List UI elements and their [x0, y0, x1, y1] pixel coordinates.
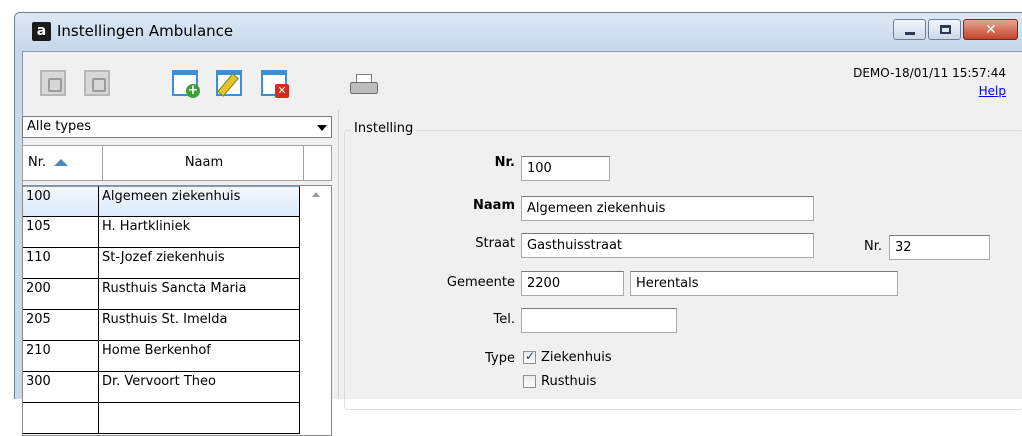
type-label: Type: [485, 351, 515, 366]
table-row[interactable]: 200 Rusthuis Sancta Maria: [23, 279, 331, 310]
row-naam: Home Berkenhof: [99, 341, 300, 372]
close-button[interactable]: ✕: [963, 19, 1018, 40]
huisnummer-field[interactable]: 32: [889, 235, 990, 260]
column-header-nr-label: Nr.: [28, 155, 47, 170]
column-header-naam[interactable]: Naam: [104, 146, 304, 180]
instelling-group: [344, 130, 1022, 410]
row-naam: Dr. Vervoort Theo: [99, 372, 300, 403]
gemeente-label: Gemeente: [446, 275, 515, 290]
ziekenhuis-checkbox[interactable]: ✓: [523, 349, 536, 364]
table-row[interactable]: 205 Rusthuis St. Imelda: [23, 310, 331, 341]
title-bar[interactable]: a Instellingen Ambulance ✕: [15, 13, 1022, 51]
postcode-field[interactable]: 2200: [521, 271, 624, 296]
row-nr: 110: [23, 248, 99, 279]
institution-list: 100 Algemeen ziekenhuis 105 H. Hartklini…: [22, 185, 332, 436]
huisnummer-label: Nr.: [863, 239, 882, 254]
naam-field[interactable]: Algemeen ziekenhuis: [521, 196, 814, 221]
table-row[interactable]: 105 H. Hartkliniek: [23, 217, 331, 248]
straat-field[interactable]: Gasthuisstraat: [521, 233, 814, 258]
row-nr: 300: [23, 372, 99, 403]
gemeente-field[interactable]: Herentals: [630, 271, 898, 296]
app-logo-icon: a: [32, 22, 51, 41]
row-naam: Algemeen ziekenhuis: [99, 186, 300, 217]
help-link[interactable]: Help: [979, 84, 1006, 98]
rusthuis-checkbox-label: Rusthuis: [541, 374, 597, 389]
nr-field[interactable]: 100: [521, 156, 610, 181]
type-filter-select[interactable]: Alle types: [22, 116, 332, 138]
type-filter-value: Alle types: [27, 119, 92, 134]
tel-field[interactable]: [521, 308, 677, 333]
list-header: Nr. Naam: [22, 145, 332, 181]
maximize-icon: [940, 25, 951, 34]
rusthuis-checkbox[interactable]: [523, 375, 536, 388]
window-title: Instellingen Ambulance: [57, 22, 234, 40]
nr-label: Nr.: [494, 155, 515, 170]
row-nr: 105: [23, 217, 99, 248]
row-naam: Rusthuis Sancta Maria: [99, 279, 300, 310]
naam-label: Naam: [473, 198, 515, 213]
panel-splitter[interactable]: [338, 110, 339, 399]
row-naam: Rusthuis St. Imelda: [99, 310, 300, 341]
ziekenhuis-checkbox-label: Ziekenhuis: [541, 350, 612, 365]
table-row[interactable]: 100 Algemeen ziekenhuis: [23, 186, 331, 217]
close-icon: ✕: [985, 22, 997, 38]
row-naam: H. Hartkliniek: [99, 217, 300, 248]
tel-label: Tel.: [493, 312, 515, 327]
save-cancel-icon[interactable]: [84, 70, 110, 96]
save-confirm-icon[interactable]: [40, 70, 66, 96]
row-nr: 205: [23, 310, 99, 341]
table-row[interactable]: [23, 403, 331, 434]
row-nr: 200: [23, 279, 99, 310]
table-row[interactable]: 110 St-Jozef ziekenhuis: [23, 248, 331, 279]
row-nr: 100: [23, 186, 99, 217]
table-row[interactable]: 300 Dr. Vervoort Theo: [23, 372, 331, 403]
scroll-up-arrow-icon[interactable]: [312, 192, 320, 197]
column-header-nr[interactable]: Nr.: [28, 146, 102, 180]
edit-record-icon[interactable]: [216, 70, 242, 97]
maximize-button[interactable]: [928, 19, 961, 40]
toolbar: + ✕ DEMO-18/01/11 15:57:44 Help: [23, 52, 1022, 108]
minimize-icon: [905, 32, 915, 35]
delete-record-icon[interactable]: ✕: [261, 70, 289, 98]
table-row[interactable]: 210 Home Berkenhof: [23, 341, 331, 372]
status-timestamp: DEMO-18/01/11 15:57:44: [853, 66, 1006, 80]
row-nr: 210: [23, 341, 99, 372]
row-naam: St-Jozef ziekenhuis: [99, 248, 300, 279]
sort-ascending-icon: [54, 159, 69, 166]
chevron-down-icon: [317, 125, 327, 131]
checkmark-icon: ✓: [525, 349, 536, 363]
instelling-group-title: Instelling: [351, 121, 417, 136]
minimize-button[interactable]: [893, 19, 926, 40]
straat-label: Straat: [475, 236, 515, 251]
printer-icon[interactable]: [350, 74, 378, 96]
add-record-icon[interactable]: +: [172, 70, 200, 98]
